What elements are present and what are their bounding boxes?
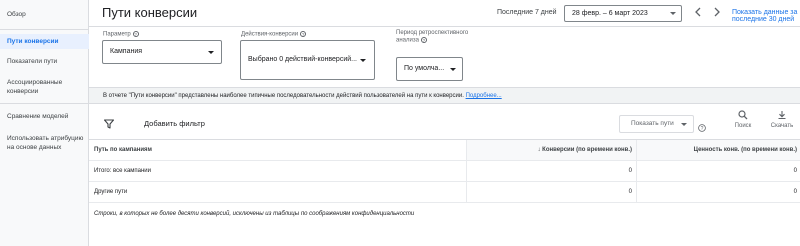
show-paths-select[interactable]: Показать пути xyxy=(619,115,694,133)
table-cell-conversions: 0 xyxy=(466,161,636,181)
conversion-paths-table: Путь по кампаниям ↓ Конверсии (по времен… xyxy=(89,140,800,217)
table-cell-value: 0 xyxy=(636,161,800,181)
search-button[interactable]: Поиск xyxy=(728,110,758,129)
filter-icon[interactable] xyxy=(103,116,115,129)
privacy-note: Строки, в которых не более десяти конвер… xyxy=(94,211,415,217)
search-icon xyxy=(738,110,748,120)
lookback-period-select-value: По умолча... xyxy=(404,65,445,72)
show-last-30-days-link[interactable]: Показать данные за последние 30 дней xyxy=(732,9,800,23)
date-range-value: 28 февр. – 6 март 2023 xyxy=(572,10,648,17)
lookback-period-label-text: Период ретроспективного анализа xyxy=(396,30,469,44)
lookback-period-label: Период ретроспективного анализа? xyxy=(396,30,471,45)
parameter-label-text: Параметр xyxy=(103,31,131,38)
table-cell-value: 0 xyxy=(636,182,800,202)
parameter-label: Параметр? xyxy=(103,31,139,39)
sidebar-item-path-metrics[interactable]: Показатели пути xyxy=(0,57,89,66)
help-icon[interactable]: ? xyxy=(420,37,427,43)
table-row: Другие пути 0 0 xyxy=(89,182,800,203)
table-cell-conversions: 0 xyxy=(466,182,636,202)
sidebar-divider xyxy=(0,103,89,104)
table-cell-path: Итого: все кампании xyxy=(94,168,152,174)
sidebar-item-conversion-paths[interactable]: Пути конверсии xyxy=(0,34,89,49)
sidebar: Обзор Пути конверсии Показатели пути Асс… xyxy=(0,0,89,246)
sidebar-divider xyxy=(0,29,89,30)
table-row: Итого: все кампании 0 0 xyxy=(89,161,800,182)
conversion-actions-label: Действия-конверсии? xyxy=(241,31,307,39)
sidebar-item-model-comparison[interactable]: Сравнение моделей xyxy=(0,112,89,121)
caret-down-icon xyxy=(208,51,214,54)
help-icon[interactable]: ? xyxy=(300,31,307,37)
help-icon[interactable]: ? xyxy=(698,119,706,137)
sidebar-item-overview[interactable]: Обзор xyxy=(0,10,89,19)
date-range-label: Последние 7 дней xyxy=(497,9,557,16)
filter-bar: Параметр? Кампания Действия-конверсии? В… xyxy=(89,27,800,87)
caret-down-icon xyxy=(360,59,366,62)
parameter-select[interactable]: Кампания xyxy=(102,40,222,64)
column-header-conversions-label: Конверсии (по времени конв.) xyxy=(542,147,632,153)
lookback-period-select[interactable]: По умолча... xyxy=(396,57,463,81)
sidebar-item-assisted-conversions[interactable]: Ассоциированные конверсии xyxy=(0,78,89,96)
parameter-select-value: Кампания xyxy=(110,48,143,55)
date-range-picker[interactable]: 28 февр. – 6 март 2023 xyxy=(564,5,682,22)
info-banner: В отчете "Пути конверсии" представлены н… xyxy=(89,87,800,104)
table-header-row: Путь по кампаниям ↓ Конверсии (по времен… xyxy=(89,140,800,161)
column-header-conversion-value[interactable]: Ценность конв. (по времени конв.) xyxy=(636,140,800,160)
caret-down-icon xyxy=(450,68,456,71)
search-label: Поиск xyxy=(734,123,752,129)
table-cell-path: Другие пути xyxy=(94,189,128,195)
conversion-actions-select-value: Выбрано 0 действий-конверсий... xyxy=(248,56,357,63)
help-icon[interactable]: ? xyxy=(132,31,139,37)
sidebar-item-data-driven[interactable]: Использовать атрибуцию на основе данных xyxy=(0,134,84,152)
column-header-campaign-path[interactable]: Путь по кампаниям xyxy=(94,140,466,160)
chevron-left-icon[interactable] xyxy=(692,7,704,19)
download-icon xyxy=(778,111,786,120)
learn-more-link[interactable]: Подробнее... xyxy=(466,93,502,99)
svg-text:?: ? xyxy=(701,126,704,132)
download-button[interactable]: Скачать xyxy=(767,110,797,129)
conversion-actions-select[interactable]: Выбрано 0 действий-конверсий... xyxy=(240,40,375,80)
column-header-conversions[interactable]: ↓ Конверсии (по времени конв.) xyxy=(466,140,636,160)
caret-down-icon xyxy=(681,123,687,126)
add-filter-button[interactable]: Добавить фильтр xyxy=(144,119,205,128)
info-banner-text: В отчете "Пути конверсии" представлены н… xyxy=(103,93,464,99)
table-toolbar: Добавить фильтр Показать пути ? Поиск Ск… xyxy=(89,104,800,140)
conversion-actions-label-text: Действия-конверсии xyxy=(241,31,299,38)
show-paths-label: Показать пути xyxy=(631,120,674,127)
page-header: Пути конверсии Последние 7 дней 28 февр.… xyxy=(89,0,800,27)
chevron-right-icon[interactable] xyxy=(711,7,723,19)
caret-down-icon xyxy=(670,12,676,15)
download-label: Скачать xyxy=(770,123,794,129)
page-title: Пути конверсии xyxy=(102,5,198,20)
